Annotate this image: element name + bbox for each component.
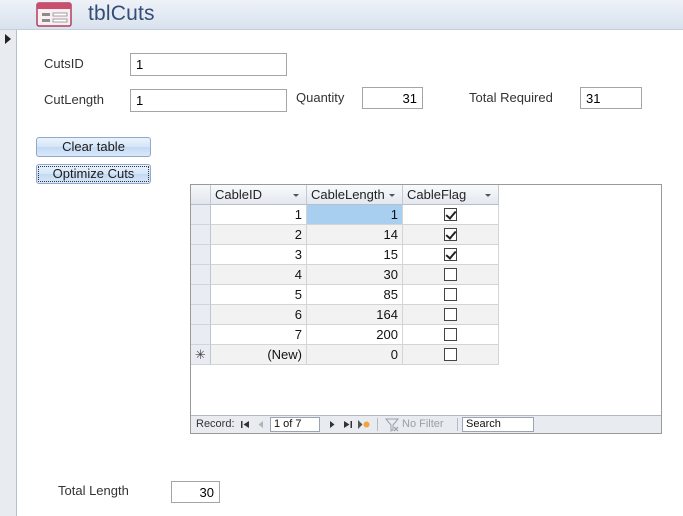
cell-cableflag <box>403 305 499 325</box>
row-selector[interactable] <box>191 325 211 345</box>
cell-cableflag <box>403 245 499 265</box>
cutlength-field[interactable]: 1 <box>130 89 287 112</box>
total-required-field[interactable]: 31 <box>580 87 642 109</box>
column-header-label: CableFlag <box>407 187 467 202</box>
row-selector[interactable] <box>191 285 211 305</box>
cell-cableflag <box>403 265 499 285</box>
record-selector[interactable] <box>0 30 17 516</box>
cell-cableid[interactable]: 7 <box>211 325 307 345</box>
cell-cableid[interactable]: 1 <box>211 205 307 225</box>
cableflag-checkbox[interactable] <box>444 348 457 362</box>
cell-cableflag <box>403 285 499 305</box>
last-record-icon[interactable] <box>343 420 352 429</box>
previous-record-icon[interactable] <box>257 420 265 429</box>
column-header-label: CableID <box>215 187 262 202</box>
column-header-cableflag[interactable]: CableFlag <box>403 185 499 205</box>
cell-cableid[interactable]: 2 <box>211 225 307 245</box>
cell-cablelength[interactable]: 14 <box>307 225 403 245</box>
new-record-marker-icon: ✳ <box>195 347 206 362</box>
first-record-icon[interactable] <box>241 420 250 429</box>
cell-cableflag <box>403 345 499 365</box>
column-header-label: CableLength <box>311 187 385 202</box>
total-required-label: Total Required <box>469 90 553 105</box>
clear-table-button[interactable]: Clear table <box>36 137 151 157</box>
cables-datasheet: CableID CableLength CableFlag 1 1 2 14 3 15 4 3… <box>191 185 499 365</box>
column-dropdown-icon[interactable] <box>293 194 299 197</box>
total-length-field[interactable]: 30 <box>171 481 220 503</box>
nav-separator <box>377 418 378 431</box>
row-selector[interactable] <box>191 225 211 245</box>
table-row[interactable]: 7 200 <box>191 325 499 345</box>
cables-subform[interactable]: CableID CableLength CableFlag 1 1 2 14 3 15 4 3… <box>190 184 662 434</box>
cell-cableid[interactable]: 5 <box>211 285 307 305</box>
form-header: tblCuts <box>0 0 683 30</box>
optimize-cuts-button[interactable]: Optimize Cuts <box>36 164 151 184</box>
select-all-corner[interactable] <box>191 185 211 205</box>
cutlength-label: CutLength <box>44 92 104 107</box>
column-dropdown-icon[interactable] <box>485 194 491 197</box>
nav-separator <box>457 418 458 431</box>
cutsid-label: CutsID <box>44 56 84 71</box>
cell-cableid[interactable]: 3 <box>211 245 307 265</box>
cell-cableflag <box>403 205 499 225</box>
row-selector[interactable] <box>191 305 211 325</box>
table-row[interactable]: 6 164 <box>191 305 499 325</box>
cableflag-checkbox[interactable] <box>444 308 457 322</box>
cell-cablelength[interactable]: 15 <box>307 245 403 265</box>
cell-cableid[interactable]: 4 <box>211 265 307 285</box>
cell-cablelength[interactable]: 85 <box>307 285 403 305</box>
new-record-icon[interactable] <box>357 419 370 430</box>
column-header-cableid[interactable]: CableID <box>211 185 307 205</box>
row-selector[interactable]: ✳ <box>191 345 211 365</box>
datasheet-rows: 1 1 2 14 3 15 4 30 5 85 6 164 7 200 ✳ (New) 0 <box>191 205 499 365</box>
current-record-arrow-icon <box>5 34 11 44</box>
table-row[interactable]: 11 <box>191 205 499 225</box>
no-filter-label[interactable]: No Filter <box>402 418 444 431</box>
new-record-row[interactable]: ✳ (New) 0 <box>191 345 499 365</box>
cableflag-checkbox[interactable] <box>444 208 457 222</box>
record-label: Record: <box>196 418 235 430</box>
total-length-label: Total Length <box>58 483 129 498</box>
cell-cablelength[interactable]: 1 <box>307 205 403 225</box>
cell-cableflag <box>403 325 499 345</box>
next-record-icon[interactable] <box>328 420 336 429</box>
current-record-box[interactable]: 1 of 7 <box>270 417 320 432</box>
cableflag-checkbox[interactable] <box>444 228 457 242</box>
quantity-field[interactable]: 31 <box>362 87 423 109</box>
cableflag-checkbox[interactable] <box>444 328 457 342</box>
row-selector[interactable] <box>191 265 211 285</box>
form-title: tblCuts <box>88 2 155 25</box>
record-navigation-bar: Record: 1 of 7 No Filter Search <box>191 415 661 433</box>
cableflag-checkbox[interactable] <box>444 248 457 262</box>
table-row[interactable]: 4 30 <box>191 265 499 285</box>
column-header-cablelength[interactable]: CableLength <box>307 185 403 205</box>
cell-cableid[interactable]: 6 <box>211 305 307 325</box>
datasheet-header-row: CableID CableLength CableFlag <box>191 185 499 205</box>
cell-cablelength[interactable]: 200 <box>307 325 403 345</box>
form-icon <box>36 2 72 27</box>
quantity-label: Quantity <box>296 90 345 105</box>
search-box[interactable]: Search <box>462 417 534 432</box>
table-row[interactable]: 5 85 <box>191 285 499 305</box>
cell-cablelength[interactable]: 164 <box>307 305 403 325</box>
cell-cableflag <box>403 225 499 245</box>
row-selector[interactable] <box>191 245 211 265</box>
cell-cableid[interactable]: (New) <box>211 345 307 365</box>
table-row[interactable]: 2 14 <box>191 225 499 245</box>
cableflag-checkbox[interactable] <box>444 268 457 282</box>
row-selector[interactable] <box>191 205 211 225</box>
cell-cablelength[interactable]: 30 <box>307 265 403 285</box>
cell-cablelength[interactable]: 0 <box>307 345 403 365</box>
filter-icon[interactable] <box>385 418 399 432</box>
cableflag-checkbox[interactable] <box>444 288 457 302</box>
table-row[interactable]: 3 15 <box>191 245 499 265</box>
cutsid-field[interactable]: 1 <box>130 53 287 76</box>
column-dropdown-icon[interactable] <box>389 194 395 197</box>
